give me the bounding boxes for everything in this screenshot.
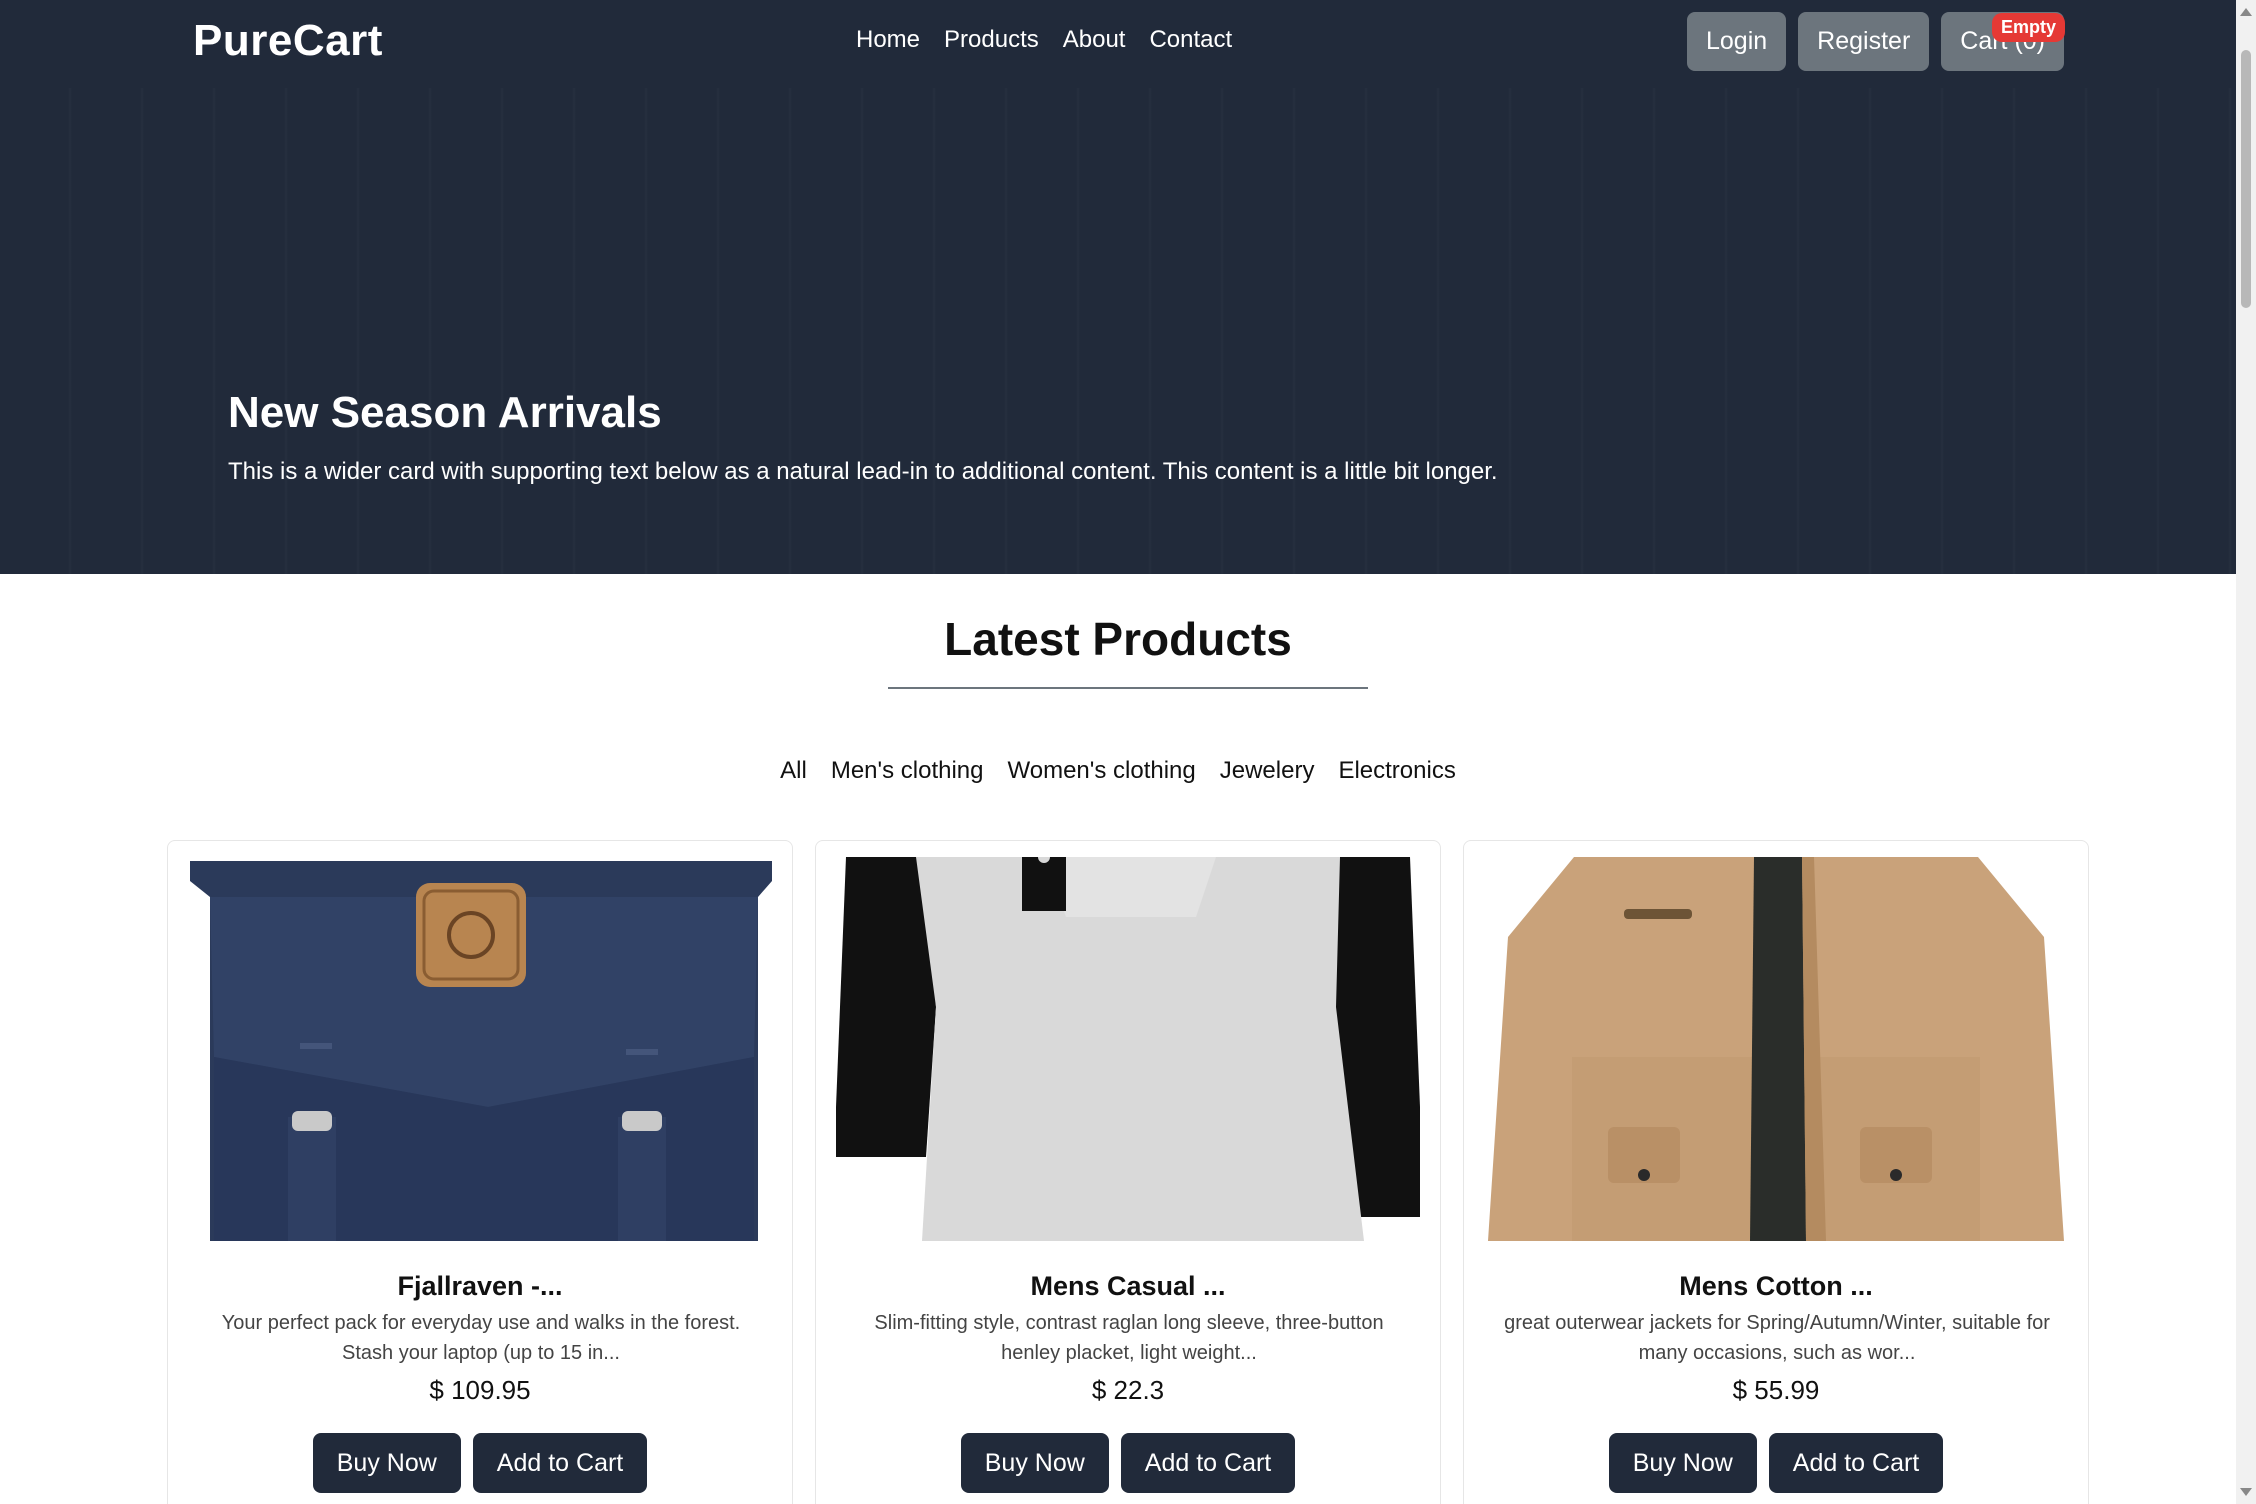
nav-buttons: Login Register Cart (0) Empty <box>1687 12 2065 71</box>
tshirt-image <box>836 857 1420 1241</box>
product-price: $ 55.99 <box>1732 1375 1820 1405</box>
product-description: Your perfect pack for everyday use and w… <box>221 1312 741 1364</box>
scroll-up-icon[interactable] <box>2240 8 2252 16</box>
nav-link-products[interactable]: Products <box>944 26 1039 54</box>
category-filters: All Men's clothing Women's clothing Jewe… <box>0 757 2236 785</box>
hero-banner: New Season Arrivals This is a wider card… <box>0 88 2236 574</box>
product-title: Fjallraven -... <box>397 1271 563 1301</box>
filter-womens-clothing[interactable]: Women's clothing <box>1008 757 1196 785</box>
jacket-image <box>1484 857 2068 1241</box>
buy-now-button[interactable]: Buy Now <box>960 1433 1109 1493</box>
cart-status-badge: Empty <box>1991 13 2065 42</box>
hero-text: This is a wider card with supporting tex… <box>228 458 1498 485</box>
hero-title: New Season Arrivals <box>228 388 662 437</box>
product-actions: Buy Now Add to Cart <box>816 1433 1440 1493</box>
buy-now-label: Buy Now <box>336 1448 437 1477</box>
buy-now-label: Buy Now <box>1632 1448 1733 1477</box>
brand-logo[interactable]: PureCart <box>193 16 383 66</box>
login-label: Login <box>1706 27 1768 55</box>
product-description: Slim-fitting style, contrast raglan long… <box>874 1312 1384 1364</box>
nav-link-about[interactable]: About <box>1063 26 1126 54</box>
buy-now-button[interactable]: Buy Now <box>312 1433 461 1493</box>
product-card: Mens Casual ... Slim-fitting style, cont… <box>815 840 1441 1504</box>
product-actions: Buy Now Add to Cart <box>168 1433 792 1493</box>
product-actions: Buy Now Add to Cart <box>1464 1433 2088 1493</box>
cart-button[interactable]: Cart (0) Empty <box>1941 12 2065 71</box>
add-to-cart-button[interactable]: Add to Cart <box>472 1433 648 1493</box>
product-description: great outerwear jackets for Spring/Autum… <box>1504 1312 2050 1364</box>
product-price: $ 109.95 <box>429 1375 531 1405</box>
filter-jewelery[interactable]: Jewelery <box>1220 757 1315 785</box>
filter-mens-clothing[interactable]: Men's clothing <box>831 757 984 785</box>
add-to-cart-button[interactable]: Add to Cart <box>1768 1433 1944 1493</box>
nav-link-contact[interactable]: Contact <box>1149 26 1232 54</box>
buy-now-label: Buy Now <box>984 1448 1085 1477</box>
navbar: PureCart Home Products About Contact Log… <box>0 0 2236 88</box>
nav-link-home[interactable]: Home <box>856 26 920 54</box>
scroll-down-icon[interactable] <box>2240 1488 2252 1496</box>
add-to-cart-label: Add to Cart <box>496 1448 624 1477</box>
buy-now-button[interactable]: Buy Now <box>1608 1433 1757 1493</box>
register-label: Register <box>1817 27 1911 55</box>
product-title: Mens Casual ... <box>1030 1271 1226 1301</box>
vertical-scrollbar[interactable] <box>2236 0 2256 1504</box>
product-card: Mens Cotton ... great outerwear jackets … <box>1463 840 2089 1504</box>
product-price: $ 22.3 <box>1091 1375 1165 1405</box>
filter-electronics[interactable]: Electronics <box>1338 757 1455 785</box>
add-to-cart-label: Add to Cart <box>1144 1448 1272 1477</box>
product-card: Fjallraven -... Your perfect pack for ev… <box>167 840 793 1504</box>
section-divider <box>888 687 1368 689</box>
product-title: Mens Cotton ... <box>1679 1271 1873 1301</box>
register-button[interactable]: Register <box>1798 12 1930 71</box>
nav-links: Home Products About Contact <box>856 26 1232 54</box>
filter-all[interactable]: All <box>780 757 807 785</box>
scroll-thumb[interactable] <box>2241 50 2251 308</box>
login-button[interactable]: Login <box>1687 12 1787 71</box>
backpack-image <box>188 857 772 1241</box>
section-title: Latest Products <box>944 613 1292 665</box>
add-to-cart-button[interactable]: Add to Cart <box>1120 1433 1296 1493</box>
add-to-cart-label: Add to Cart <box>1792 1448 1920 1477</box>
